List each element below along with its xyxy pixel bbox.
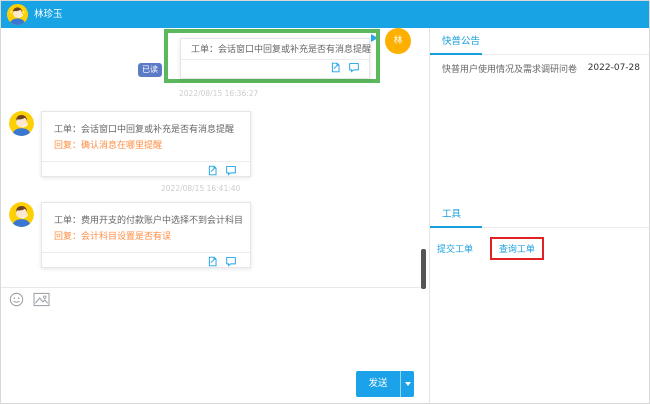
image-icon[interactable] [33,292,50,307]
message-timestamp: 2022/08/15 16:36:27 [179,89,258,98]
agent-avatar-icon [9,111,34,136]
announcement-date: 2022-07-28 [588,63,640,73]
reply-text: 回复：会计科目设置是否有误 [54,229,238,245]
agent-avatar-icon [7,4,28,25]
emoji-icon[interactable] [9,292,24,307]
workorder-text: 工单：费用开支的付款账户中选择不到会计科目 [54,213,238,229]
agent-avatar-icon [9,202,34,227]
customer-avatar: 林 [385,28,411,54]
comment-icon[interactable] [225,165,237,176]
tools-section: 工具 提交工单 查询工单 [430,201,650,269]
announcements-tab-row: 快普公告 [430,28,650,55]
red-highlight-box: 查询工单 [490,237,544,260]
green-highlight-box: 工单：会话窗口中回复或补充是否有消息提醒 [164,29,380,83]
read-status-badge: 已读 [138,63,162,77]
workorder-text: 工单：会话窗口中回复或补充是否有消息提醒 [54,122,238,138]
comment-icon[interactable] [348,62,360,73]
query-workorder-link[interactable]: 查询工单 [499,245,535,255]
message-bubble-incoming: 工单：费用开支的付款账户中选择不到会计科目 回复：会计科目设置是否有误 [41,202,251,268]
message-bubble-incoming: 工单：会话窗口中回复或补充是否有消息提醒 回复：确认消息在哪里提醒 [41,111,251,177]
composer-divider [1,287,421,288]
chat-scrollbar-thumb[interactable] [421,249,426,289]
message-text: 工单：会话窗口中回复或补充是否有消息提醒 [191,44,359,56]
title-bar: 林珍玉 [1,1,649,28]
reply-text: 回复：确认消息在哪里提醒 [54,138,238,154]
tab-active-underline [430,226,482,228]
chat-panel: 工单：会话窗口中回复或补充是否有消息提醒 林 已读 2022/08/15 16:… [1,28,429,404]
submit-workorder-link[interactable]: 提交工单 [437,245,473,255]
to-workorder-icon[interactable] [330,62,341,73]
tab-announcements[interactable]: 快普公告 [442,28,480,55]
send-button-group: 发送 [356,371,414,397]
tools-links: 提交工单 查询工单 [430,228,650,269]
agent-name: 林珍玉 [34,1,63,28]
sidebar: 快普公告 快普用户使用情况及需求调研问卷 2022-07-28 工具 提交工单 … [429,28,650,404]
comment-icon[interactable] [225,256,237,267]
message-bubble-outgoing: 工单：会话窗口中回复或补充是否有消息提醒 [180,38,370,79]
message-input[interactable] [1,310,421,370]
send-options-button[interactable] [400,371,414,397]
to-workorder-icon[interactable] [207,165,218,176]
send-button[interactable]: 发送 [356,371,400,397]
tools-tab-row: 工具 [430,201,650,228]
announcement-title: 快普用户使用情况及需求调研问卷 [442,62,582,75]
tab-active-underline [430,53,482,55]
chevron-down-icon [405,382,411,386]
chat-window: 林珍玉 工单：会话窗口中回复或补充是否有消息提醒 林 已读 [0,0,650,404]
message-timestamp: 2022/08/15 16:41:40 [161,184,240,193]
tab-tools[interactable]: 工具 [442,201,461,228]
to-workorder-icon[interactable] [207,256,218,267]
composer-toolbar [9,292,50,307]
announcement-item[interactable]: 快普用户使用情况及需求调研问卷 2022-07-28 [430,55,650,81]
